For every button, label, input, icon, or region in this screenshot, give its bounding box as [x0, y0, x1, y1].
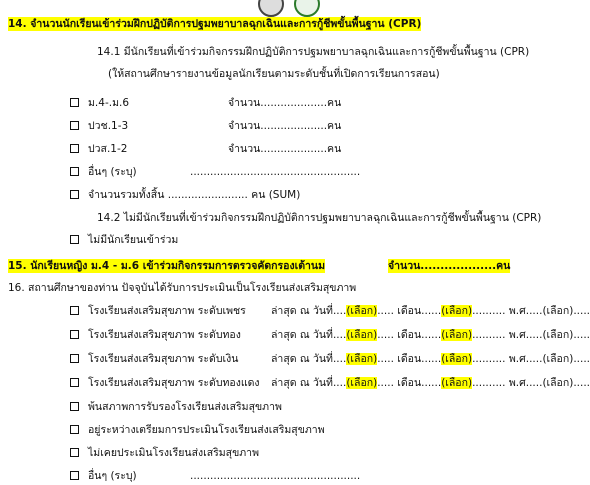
level-diamond-label: โรงเรียนส่งเสริมสุขภาพ ระดับเพชร — [88, 305, 246, 317]
checkbox-diamond[interactable] — [70, 306, 79, 315]
month-label: เดือน...... — [397, 329, 442, 341]
checkbox-bronze[interactable] — [70, 378, 79, 387]
latest-date-label: ล่าสุด ณ วันที่.... — [271, 377, 347, 389]
question-15-count[interactable]: จำนวน...................คน — [388, 259, 511, 273]
row-m4-m6-label: ม.4-.ม.6 — [88, 97, 130, 109]
status-other: อื่นๆ (ระบุ) — [70, 469, 137, 483]
checkbox-m4-m6[interactable] — [70, 98, 79, 107]
ministry-of-public-health-logo — [294, 0, 320, 17]
status-never-label: ไม่เคยประเมินโรงเรียนส่งเสริมสุขภาพ — [88, 447, 259, 459]
level-diamond: โรงเรียนส่งเสริมสุขภาพ ระดับเพชร — [70, 304, 246, 318]
question-14-1-label: 14.1 มีนักเรียนที่เข้าร่วมกิจกรรมฝึกปฏิบ… — [97, 46, 530, 58]
checkbox-pvc[interactable] — [70, 121, 79, 130]
institution-logo — [258, 0, 284, 17]
checkbox-status-other[interactable] — [70, 471, 79, 480]
status-never: ไม่เคยประเมินโรงเรียนส่งเสริมสุขภาพ — [70, 446, 259, 460]
checkbox-silver[interactable] — [70, 354, 79, 363]
year-label: พ.ศ..... — [508, 329, 543, 341]
row-other-field[interactable]: ........................................… — [190, 165, 360, 179]
dots: ...... — [573, 377, 590, 389]
latest-date-label: ล่าสุด ณ วันที่.... — [271, 329, 347, 341]
status-other-label: อื่นๆ (ระบุ) — [88, 470, 137, 482]
dots: .......... — [472, 329, 506, 341]
level-gold-date: ล่าสุด ณ วันที่....(เลือก)..... เดือน...… — [271, 328, 590, 342]
dots: .......... — [472, 377, 506, 389]
row-pvs-count: จำนวน....................คน — [228, 143, 342, 155]
level-silver-label: โรงเรียนส่งเสริมสุขภาพ ระดับเงิน — [88, 353, 239, 365]
day-select[interactable]: (เลือก) — [346, 329, 378, 341]
year-label: พ.ศ..... — [508, 377, 543, 389]
question-16-title: 16. สถานศึกษาของท่าน ปัจจุบันได้รับการปร… — [8, 282, 357, 294]
status-other-field[interactable]: ........................................… — [190, 469, 360, 483]
year-select[interactable]: (เลือก) — [542, 377, 573, 389]
row-pvc-count: จำนวน....................คน — [228, 120, 342, 132]
dots: ..... — [377, 305, 394, 317]
level-silver: โรงเรียนส่งเสริมสุขภาพ ระดับเงิน — [70, 352, 238, 366]
year-select[interactable]: (เลือก) — [542, 305, 573, 317]
row-none-label: ไม่มีนักเรียนเข้าร่วม — [88, 234, 179, 246]
dots: ..... — [377, 377, 394, 389]
row-pvs-label: ปวส.1-2 — [88, 143, 128, 155]
dots: .......... — [472, 305, 506, 317]
row-none: ไม่มีนักเรียนเข้าร่วม — [70, 233, 178, 247]
level-silver-date: ล่าสุด ณ วันที่....(เลือก)..... เดือน...… — [271, 352, 590, 366]
checkbox-never[interactable] — [70, 448, 79, 457]
day-select[interactable]: (เลือก) — [346, 353, 378, 365]
year-select[interactable]: (เลือก) — [542, 329, 573, 341]
dots: ..... — [377, 329, 394, 341]
status-expired-label: พ้นสภาพการรับรองโรงเรียนส่งเสริมสุขภาพ — [88, 401, 282, 413]
status-preparing: อยู่ระหว่างเตรียมการประเมินโรงเรียนส่งเส… — [70, 423, 325, 437]
day-select[interactable]: (เลือก) — [346, 305, 378, 317]
level-gold: โรงเรียนส่งเสริมสุขภาพ ระดับทอง — [70, 328, 241, 342]
month-select[interactable]: (เลือก) — [441, 377, 473, 389]
dots: ..... — [377, 353, 394, 365]
dots: ...... — [573, 305, 590, 317]
status-preparing-label: อยู่ระหว่างเตรียมการประเมินโรงเรียนส่งเส… — [88, 424, 325, 436]
latest-date-label: ล่าสุด ณ วันที่.... — [271, 353, 347, 365]
checkbox-other[interactable] — [70, 167, 79, 176]
level-diamond-date: ล่าสุด ณ วันที่....(เลือก)..... เดือน...… — [271, 304, 590, 318]
checkbox-expired[interactable] — [70, 402, 79, 411]
row-total: จำนวนรวมทั้งสิ้น .......................… — [70, 188, 300, 202]
dots: .......... — [472, 353, 506, 365]
checkbox-total[interactable] — [70, 190, 79, 199]
checkbox-preparing[interactable] — [70, 425, 79, 434]
row-m4-m6: ม.4-.ม.6 — [70, 96, 129, 110]
month-label: เดือน...... — [397, 305, 442, 317]
row-total-label: จำนวนรวมทั้งสิ้น .......................… — [88, 189, 301, 201]
row-pvc-label: ปวช.1-3 — [88, 120, 129, 132]
dots: ...... — [573, 329, 590, 341]
level-bronze: โรงเรียนส่งเสริมสุขภาพ ระดับทองแดง — [70, 376, 260, 390]
month-label: เดือน...... — [397, 353, 442, 365]
year-label: พ.ศ..... — [508, 305, 543, 317]
level-gold-label: โรงเรียนส่งเสริมสุขภาพ ระดับทอง — [88, 329, 241, 341]
question-14-2-label: 14.2 ไม่มีนักเรียนที่เข้าร่วมกิจกรรมฝึกป… — [97, 212, 542, 224]
checkbox-none[interactable] — [70, 235, 79, 244]
question-14-title: 14. จำนวนนักเรียนเข้าร่วมฝึกปฏิบัติการปฐ… — [8, 17, 422, 31]
month-select[interactable]: (เลือก) — [441, 329, 473, 341]
checkbox-gold[interactable] — [70, 330, 79, 339]
question-14-note: (ให้สถานศึกษารายงานข้อมูลนักเรียนตามระดั… — [108, 68, 440, 80]
level-bronze-label: โรงเรียนส่งเสริมสุขภาพ ระดับทองแดง — [88, 377, 260, 389]
year-label: พ.ศ..... — [508, 353, 543, 365]
day-select[interactable]: (เลือก) — [346, 377, 378, 389]
latest-date-label: ล่าสุด ณ วันที่.... — [271, 305, 347, 317]
checkbox-pvs[interactable] — [70, 144, 79, 153]
level-bronze-date: ล่าสุด ณ วันที่....(เลือก)..... เดือน...… — [271, 376, 590, 390]
row-pvs: ปวส.1-2 — [70, 142, 127, 156]
row-other: อื่นๆ (ระบุ) — [70, 165, 137, 179]
month-select[interactable]: (เลือก) — [441, 353, 473, 365]
row-pvc: ปวช.1-3 — [70, 119, 128, 133]
row-other-label: อื่นๆ (ระบุ) — [88, 166, 137, 178]
question-15-title: 15. นักเรียนหญิง ม.4 - ม.6 เข้าร่วมกิจกร… — [8, 259, 326, 273]
status-expired: พ้นสภาพการรับรองโรงเรียนส่งเสริมสุขภาพ — [70, 400, 282, 414]
month-select[interactable]: (เลือก) — [441, 305, 473, 317]
dots: ...... — [573, 353, 590, 365]
row-m4-m6-count: จำนวน....................คน — [228, 97, 342, 109]
month-label: เดือน...... — [397, 377, 442, 389]
year-select[interactable]: (เลือก) — [542, 353, 573, 365]
